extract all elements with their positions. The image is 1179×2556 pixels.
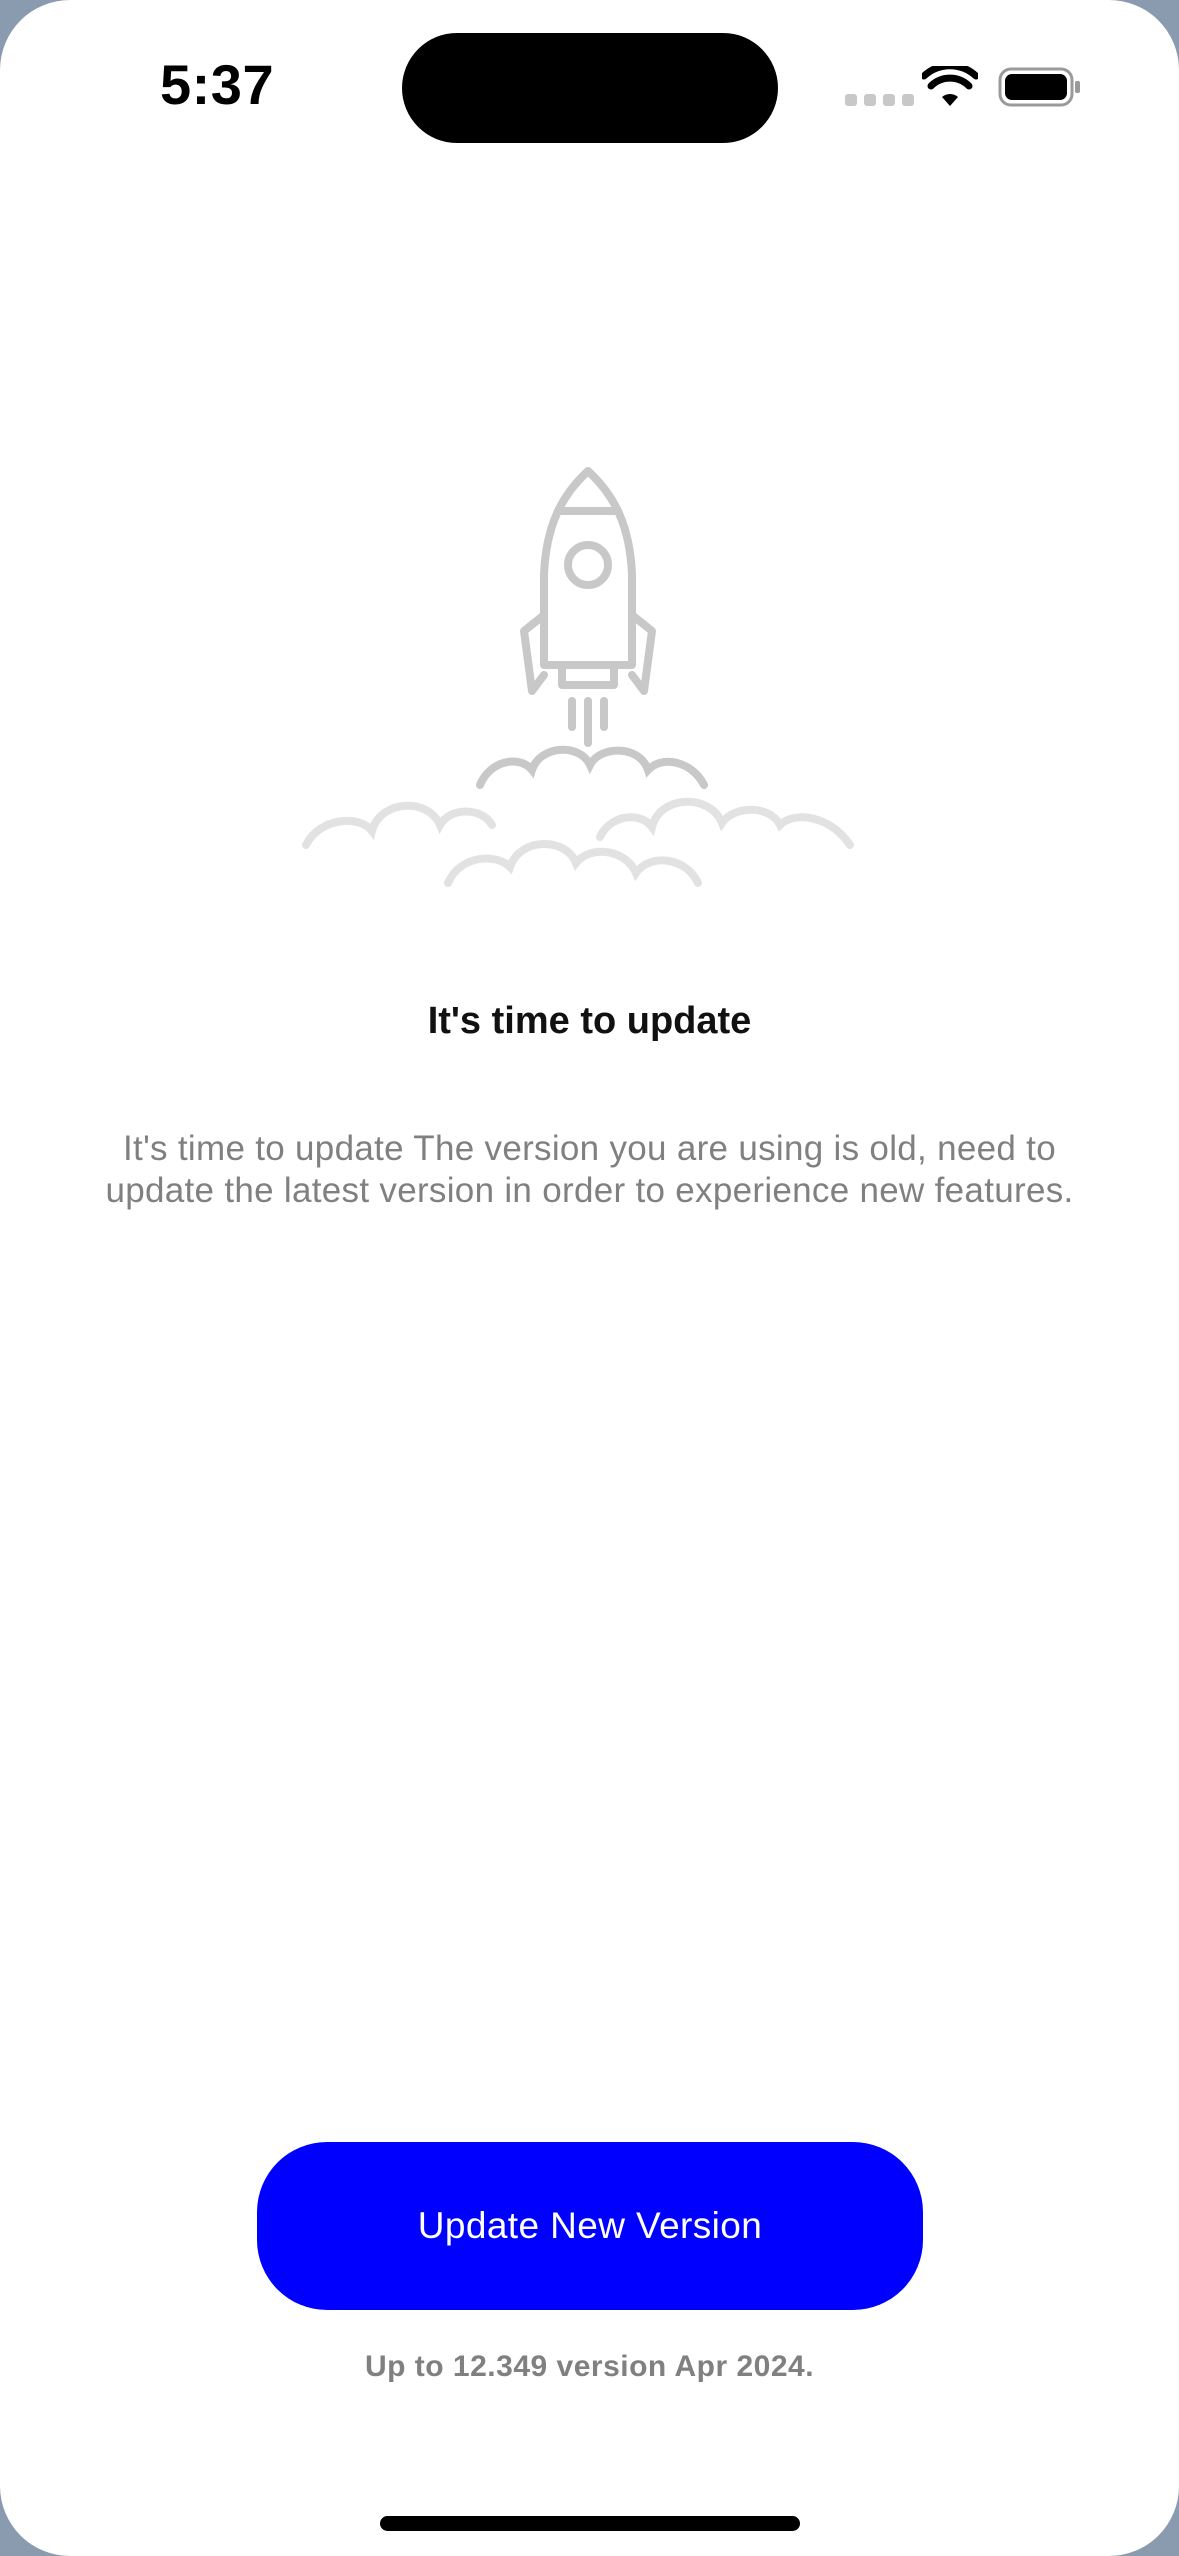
version-note: Up to 12.349 version Apr 2024. <box>364 2350 815 2383</box>
update-description: It's time to update The version you are … <box>105 1129 1074 1210</box>
page-title: It's time to update <box>427 1000 752 1042</box>
wifi-icon <box>922 66 978 106</box>
rocket-launch-icon <box>302 467 854 887</box>
home-indicator[interactable] <box>380 2516 800 2531</box>
dynamic-island <box>402 33 778 143</box>
status-time: 5:37 <box>160 53 275 116</box>
update-screen: 5:37 It's time to update It's time to up… <box>0 0 1179 2556</box>
cellular-signal-icon <box>845 94 914 106</box>
battery-icon <box>998 67 1080 107</box>
update-new-version-button[interactable]: Update New Version <box>257 2142 923 2310</box>
